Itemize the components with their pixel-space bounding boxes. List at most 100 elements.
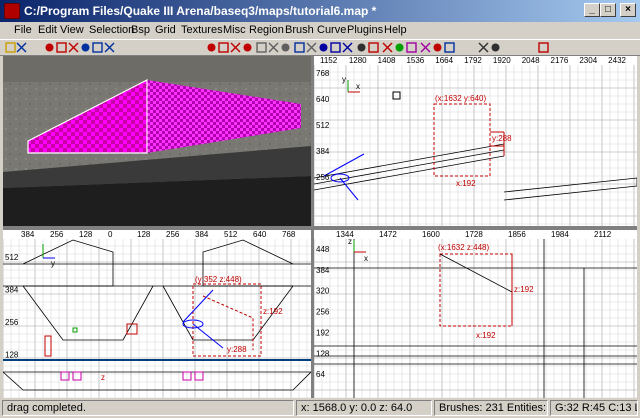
menu-bsp[interactable]: Bsp [131,24,150,36]
cubic-clip-icon[interactable] [367,41,380,54]
menu-region[interactable]: Region [249,24,284,36]
front-ruler-label-1: 256 [50,230,64,239]
status-coordinates: x: 1568.0 y: 0.0 z: 64.0 [296,400,432,416]
brush-width-label: x:192 [456,179,476,188]
front-ruler-label-2: 128 [79,230,93,239]
brush-position-label-side: (x:1632 z:448) [438,243,489,252]
top-ruler-label-0: 1152 [320,56,338,65]
scale-icon[interactable] [443,41,456,54]
top-ruler-label-9: 2304 [579,56,597,65]
side-ytick-2: 320 [316,287,330,296]
top-ytick-4: 256 [316,173,330,182]
window-title: C:/Program Files/Quake III Arena/baseq3/… [24,4,377,18]
menu-selection[interactable]: Selection [89,24,134,36]
status-counts: Brushes: 231 Entities: 16 [434,400,548,416]
top-view-xy[interactable]: x y (x:1632 y:640) y:288 x:192 1152 1280 1… [314,56,637,226]
save-icon[interactable] [15,41,28,54]
front-ruler-label-9: 768 [282,230,296,239]
status-bar: drag completed. x: 1568.0 y: 0.0 z: 64.0… [0,399,640,418]
side-ruler-label-3: 1728 [465,230,483,239]
top-ruler-label-1: 1280 [349,56,367,65]
patch-icon[interactable] [405,41,418,54]
side-ruler-label-1: 1472 [379,230,397,239]
side-ytick-3: 256 [316,308,330,317]
toolbar [0,39,640,56]
menu-brush[interactable]: Brush [285,24,314,36]
front-ytick-2: 256 [5,318,19,327]
hollow-icon[interactable] [279,41,292,54]
front-ruler-label-8: 640 [253,230,267,239]
top-ytick-1: 640 [316,95,330,104]
front-ruler-label-6: 384 [195,230,209,239]
front-ytick-3: 128 [5,351,19,360]
side-ruler-label-2: 1600 [422,230,440,239]
axis-label-x-side: x [364,254,368,263]
minimize-button[interactable]: _ [584,3,600,17]
top-ruler-label-8: 2176 [551,56,569,65]
axis-label-y: y [342,75,346,84]
camera-view[interactable] [3,56,311,226]
front-ytick-1: 384 [5,286,19,295]
menu-help[interactable]: Help [384,24,407,36]
front-ruler-label-3: 0 [108,230,113,239]
brush-width-label-side: x:192 [476,331,496,340]
top-ruler-label-5: 1792 [464,56,482,65]
front-ruler-label-5: 256 [166,230,180,239]
top-ruler-label-10: 2432 [608,56,626,65]
brush-position-label: (x:1632 y:640) [435,94,486,103]
z-axis-icon[interactable] [341,41,354,54]
side-ytick-4: 192 [316,328,330,337]
app-icon[interactable] [4,3,20,19]
rotate-z-icon[interactable] [103,41,116,54]
menu-view[interactable]: View [60,24,84,36]
top-ruler-label-3: 1536 [406,56,424,65]
menu-curve[interactable]: Curve [317,24,346,36]
select-inside-icon[interactable] [241,41,254,54]
side-ytick-1: 384 [316,266,330,275]
side-ruler-label-5: 1984 [551,230,569,239]
menu-file[interactable]: File [14,24,32,36]
top-ytick-2: 512 [316,121,330,130]
front-ytick-0: 512 [5,253,19,262]
brush-width-label-front: y:288 [227,345,247,354]
z-marker-front: z [101,373,105,382]
axis-label-y-front: y [51,259,55,268]
menu-bar: File Edit View Selection Bsp Grid Textur… [0,22,640,39]
menu-plugins[interactable]: Plugins [347,24,383,36]
maximize-button[interactable]: □ [600,3,616,17]
brush-position-label-front: (y:352 z:448) [195,275,242,284]
front-ruler-label-7: 512 [224,230,238,239]
front-view-yz[interactable]: y (y:352 z:448) z:192 y:288 z 384 256 128 0… [3,230,311,398]
menu-edit[interactable]: Edit [38,24,57,36]
front-ruler-label-4: 128 [137,230,151,239]
brush-height-label-front: z:192 [263,307,283,316]
side-ruler-label-0: 1344 [336,230,354,239]
resize-icon[interactable] [489,41,502,54]
top-ruler-label-6: 1920 [493,56,511,65]
side-view-xz[interactable]: x z (x:1632 z:448) z:192 x:192 1344 1472 1… [314,230,637,398]
side-ruler-label-6: 2112 [594,230,612,239]
axis-label-x: x [356,82,360,91]
top-ruler-label-7: 2048 [522,56,540,65]
stop-icon[interactable] [537,41,550,54]
menu-misc[interactable]: Misc [223,24,246,36]
title-bar[interactable]: C:/Program Files/Quake III Arena/baseq3/… [0,0,640,22]
side-ytick-6: 64 [316,370,325,379]
top-ytick-3: 384 [316,147,330,156]
side-ruler-label-4: 1856 [508,230,526,239]
selected-brush-outline[interactable] [433,103,491,177]
top-ruler-label-4: 1664 [435,56,453,65]
top-ytick-0: 768 [316,69,330,78]
status-grid: G:32 R:45 C:13 L:MR [550,400,638,416]
top-ruler-label-2: 1408 [378,56,396,65]
side-ytick-5: 128 [316,349,330,358]
application-window: C:/Program Files/Quake III Arena/baseq3/… [0,0,640,418]
front-ruler-label-0: 384 [21,230,35,239]
menu-textures[interactable]: Textures [181,24,223,36]
menu-grid[interactable]: Grid [155,24,176,36]
side-ytick-0: 448 [316,245,330,254]
selected-brush-outline-side[interactable] [439,253,513,327]
brush-height-label-side: z:192 [514,285,534,294]
close-button[interactable]: × [620,3,636,17]
status-message: drag completed. [2,400,294,416]
